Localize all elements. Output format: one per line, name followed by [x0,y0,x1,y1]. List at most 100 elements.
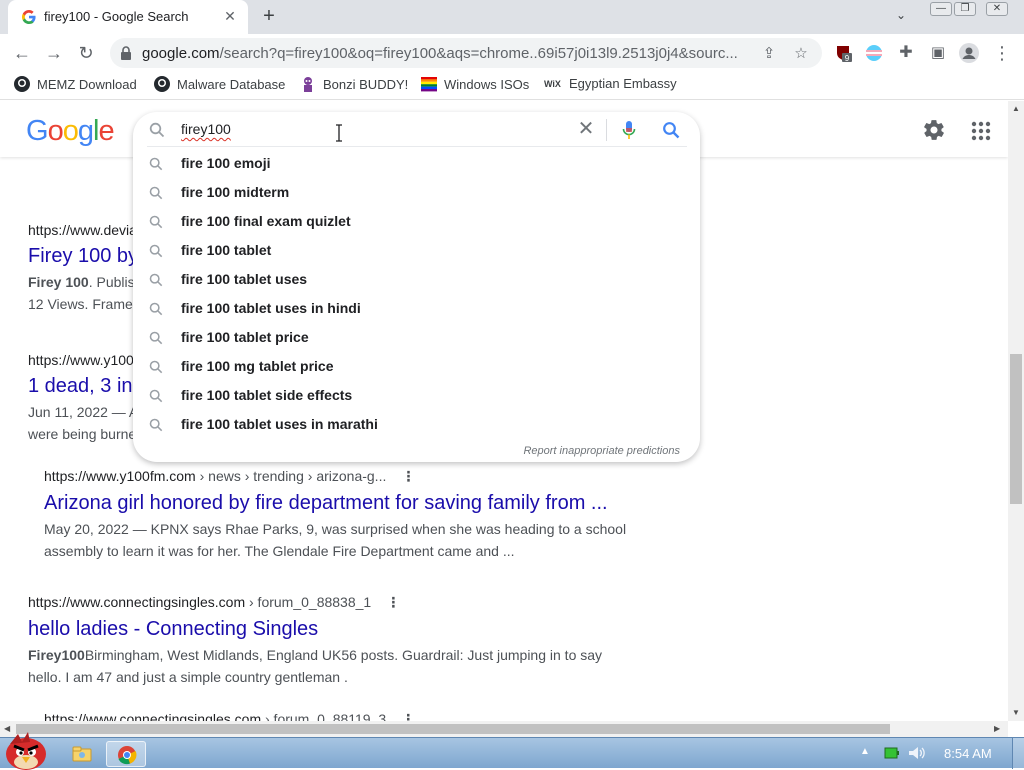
vertical-scroll-thumb[interactable] [1010,354,1022,504]
taskbar-chrome-button[interactable] [106,741,146,767]
horizontal-scrollbar[interactable]: ◀ ▶ [0,721,1008,737]
folder-icon [72,746,92,762]
bookmark-windows-isos[interactable]: Windows ISOs [421,76,529,96]
url-text: google.com/search?q=firey100&oq=firey100… [142,45,738,62]
suggestion-item[interactable]: fire 100 mg tablet price [133,353,700,382]
result-snippet: May 20, 2022 — KPNX says Rhae Parks, 9, … [44,521,627,559]
wix-icon: WiX [544,79,561,89]
search-result: https://www.y100 1 dead, 3 in Jun 11, 20… [28,352,138,445]
rainbow-flag-icon [421,77,437,92]
share-icon[interactable]: ⇪ [760,45,778,63]
new-tab-button[interactable]: + [258,6,280,28]
result-url: https://www.devia [28,222,137,238]
result-snippet: Firey 100. Publis 12 Views. Frame [28,274,135,312]
taskbar-clock[interactable]: 8:54 AM [944,746,992,761]
back-button[interactable]: ← [10,41,34,65]
tab-title: firey100 - Google Search [44,9,189,24]
google-favicon-icon [22,10,36,24]
scroll-up-arrow-icon[interactable]: ▲ [1012,104,1020,113]
result-title-link[interactable]: Arizona girl honored by fire department … [44,492,626,515]
result-more-options-icon[interactable]: ⋮ [385,594,401,611]
report-predictions-link[interactable]: Report inappropriate predictions [523,445,680,457]
search-box: firey100 ✕ fire 100 emoji fire 100 midte… [133,112,700,462]
scroll-right-arrow-icon[interactable]: ▶ [994,724,1000,733]
search-result: https://www.y100fm.com › news › trending… [44,468,626,562]
result-title-link[interactable]: hello ladies - Connecting Singles [28,618,602,641]
start-button-angry-bird-icon[interactable] [2,732,50,770]
close-window-button[interactable]: ✕ [986,2,1008,16]
tab-close-icon[interactable]: ✕ [222,8,238,24]
result-url: https://www.connectingsingles.com › foru… [28,594,401,611]
search-icon [149,244,163,258]
suggestion-item[interactable]: fire 100 tablet side effects [133,382,700,411]
result-url: https://www.y100fm.com › news › trending… [44,468,416,485]
battery-icon[interactable] [884,746,900,760]
vertical-scrollbar[interactable]: ▲ ▼ [1008,101,1024,721]
bookmark-malware-database[interactable]: Malware Database [154,76,285,96]
address-bar[interactable]: google.com/search?q=firey100&oq=firey100… [110,38,822,68]
result-snippet: Firey100Birmingham, West Midlands, Engla… [28,647,603,685]
microphone-icon[interactable] [622,120,636,140]
search-icon [149,122,165,138]
search-submit-icon[interactable] [662,121,680,139]
suggestion-item[interactable]: fire 100 tablet price [133,324,700,353]
result-more-options-icon[interactable]: ⋮ [400,468,416,485]
restore-button[interactable]: ❐ [954,2,976,16]
chrome-menu-icon[interactable]: ⋮ [990,41,1014,65]
show-desktop-button[interactable] [1012,738,1024,769]
suggestion-item[interactable]: fire 100 midterm [133,179,700,208]
search-icon [149,331,163,345]
pride-extension-icon[interactable] [864,43,884,63]
result-title-link[interactable]: 1 dead, 3 in [28,375,138,398]
result-title-link[interactable]: Firey 100 by [28,245,138,268]
suggestion-item[interactable]: fire 100 final exam quizlet [133,208,700,237]
search-icon [149,302,163,316]
suggestion-item[interactable]: fire 100 tablet [133,237,700,266]
browser-tab[interactable]: firey100 - Google Search ✕ [8,0,248,34]
apps-grid-icon[interactable] [971,121,991,141]
search-result: https://www.connectingsingles.com › foru… [44,711,416,721]
volume-icon[interactable] [908,746,926,760]
ublock-extension-icon[interactable]: 9 [834,43,854,63]
taskbar: ▲ 8:54 AM [0,732,1024,770]
search-icon [149,360,163,374]
suggestion-item[interactable]: fire 100 tablet uses in marathi [133,411,700,440]
show-hidden-icons-icon[interactable]: ▲ [860,746,870,757]
search-input[interactable]: firey100 [181,121,231,137]
github-icon [154,76,170,92]
bookmark-star-icon[interactable]: ☆ [792,45,810,63]
profile-avatar-icon[interactable] [959,43,979,63]
minimize-button[interactable]: — [930,2,952,16]
tab-strip: firey100 - Google Search ✕ + ⌄ — ❐ ✕ [0,0,1024,34]
search-icon [149,186,163,200]
settings-gear-icon[interactable] [922,118,946,142]
forward-button[interactable]: → [42,41,66,65]
suggestion-item[interactable]: fire 100 tablet uses in hindi [133,295,700,324]
search-icon [149,157,163,171]
search-icon [149,273,163,287]
tab-search-icon[interactable]: ⌄ [896,8,912,24]
bookmarks-bar: MEMZ Download Malware Database Bonzi BUD… [0,72,1024,100]
reload-button[interactable]: ↻ [74,41,98,65]
search-divider [606,119,607,141]
taskbar-explorer-button[interactable] [62,741,102,767]
side-panel-icon[interactable]: ▣ [926,41,950,65]
suggestion-item[interactable]: fire 100 tablet uses [133,266,700,295]
result-snippet: Jun 11, 2022 — Awere being burne [28,404,139,442]
bookmark-bonzi-buddy[interactable]: Bonzi BUDDY! [300,76,408,96]
result-url: https://www.y100 [28,352,134,368]
search-icon [149,215,163,229]
clear-search-icon[interactable]: ✕ [576,119,596,139]
suggestion-item[interactable]: fire 100 emoji [133,150,700,179]
search-separator [147,146,687,147]
lock-icon [121,46,131,60]
bookmark-memz-download[interactable]: MEMZ Download [14,76,137,96]
result-more-options-icon[interactable]: ⋮ [400,711,416,721]
google-logo[interactable]: Google [26,115,115,148]
horizontal-scroll-thumb[interactable] [16,724,890,734]
browser-toolbar: ← → ↻ google.com/search?q=firey100&oq=fi… [0,34,1024,72]
extensions-puzzle-icon[interactable]: ✚ [894,41,918,65]
search-icon [149,389,163,403]
bookmark-egyptian-embassy[interactable]: WiX Egyptian Embassy [544,76,677,96]
scroll-down-arrow-icon[interactable]: ▼ [1012,708,1020,717]
